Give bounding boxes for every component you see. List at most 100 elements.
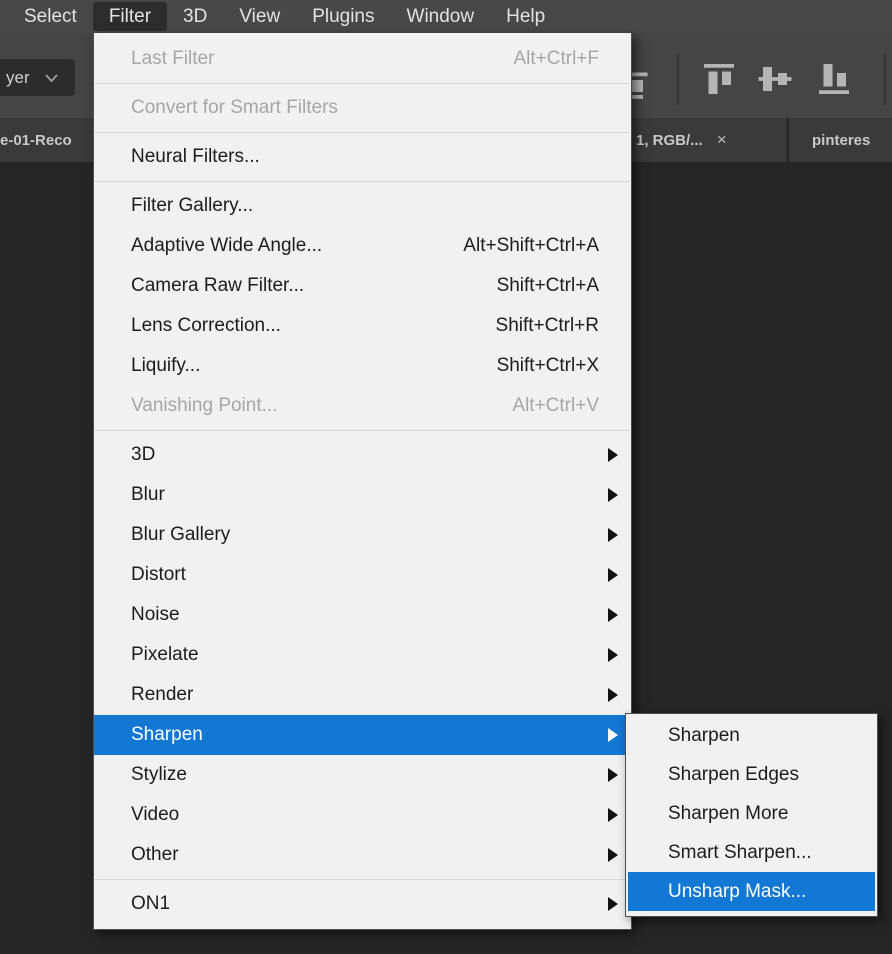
submenu-item-label: Sharpen (668, 725, 740, 747)
filter-menu: Last Filter Alt+Ctrl+F Convert for Smart… (93, 33, 632, 930)
menu-item-label: Pixelate (131, 644, 199, 666)
menu-item-label: Distort (131, 564, 186, 586)
layer-select-dropdown[interactable]: yer (0, 59, 75, 96)
submenu-arrow-icon (608, 808, 618, 822)
menu-item-shortcut: Alt+Shift+Ctrl+A (463, 235, 599, 257)
menu-item-other[interactable]: Other (94, 835, 631, 875)
menu-item-shortcut: Alt+Ctrl+V (512, 395, 599, 417)
submenu-item-smart-sharpen[interactable]: Smart Sharpen... (626, 833, 877, 872)
menu-item-adaptive-wide-angle[interactable]: Adaptive Wide Angle... Alt+Shift+Ctrl+A (94, 226, 631, 266)
menu-item-label: Noise (131, 604, 180, 626)
submenu-arrow-icon (608, 897, 618, 911)
menu-item-distort[interactable]: Distort (94, 555, 631, 595)
menu-item-vanishing-point: Vanishing Point... Alt+Ctrl+V (94, 386, 631, 426)
menu-item-label: Video (131, 804, 179, 826)
menubar-item-select[interactable]: Select (8, 2, 93, 31)
menu-item-label: Blur (131, 484, 165, 506)
tab-divider (786, 118, 789, 162)
document-tab[interactable]: pinteres (812, 118, 870, 162)
menubar-item-help[interactable]: Help (490, 2, 561, 31)
menu-separator (94, 177, 631, 186)
submenu-item-unsharp-mask[interactable]: Unsharp Mask... (628, 872, 875, 911)
submenu-arrow-icon (608, 528, 618, 542)
menu-item-lens-correction[interactable]: Lens Correction... Shift+Ctrl+R (94, 306, 631, 346)
submenu-arrow-icon (608, 848, 618, 862)
menubar-item-filter[interactable]: Filter (93, 2, 167, 31)
menu-item-last-filter: Last Filter Alt+Ctrl+F (94, 39, 631, 79)
menu-item-label: Blur Gallery (131, 524, 230, 546)
align-top-edges-icon[interactable] (701, 61, 737, 97)
menu-item-label: 3D (131, 444, 155, 466)
toolbar-divider (677, 53, 679, 105)
submenu-arrow-icon (608, 728, 618, 742)
close-tab-icon[interactable]: × (717, 130, 727, 150)
menu-item-pixelate[interactable]: Pixelate (94, 635, 631, 675)
menu-item-3d[interactable]: 3D (94, 435, 631, 475)
menu-item-blur[interactable]: Blur (94, 475, 631, 515)
submenu-arrow-icon (608, 608, 618, 622)
menu-item-label: ON1 (131, 893, 170, 915)
menu-item-label: Filter Gallery... (131, 195, 253, 217)
submenu-arrow-icon (608, 448, 618, 462)
menu-item-stylize[interactable]: Stylize (94, 755, 631, 795)
submenu-item-sharpen[interactable]: Sharpen (626, 716, 877, 755)
menu-item-label: Neural Filters... (131, 146, 260, 168)
document-tab[interactable]: e-01-Reco (0, 118, 72, 162)
menu-item-label: Lens Correction... (131, 315, 281, 337)
menu-separator (94, 875, 631, 884)
document-tab-title: pinteres (812, 132, 870, 149)
menubar-item-3d[interactable]: 3D (167, 2, 223, 31)
menu-item-render[interactable]: Render (94, 675, 631, 715)
document-tab[interactable]: 1, RGB/... × (636, 118, 727, 162)
menu-item-blur-gallery[interactable]: Blur Gallery (94, 515, 631, 555)
photoshop-window: Select Filter 3D View Plugins Window Hel… (0, 0, 892, 954)
menu-item-label: Sharpen (131, 724, 203, 746)
menu-separator (94, 128, 631, 137)
menu-item-filter-gallery[interactable]: Filter Gallery... (94, 186, 631, 226)
menu-item-shortcut: Alt+Ctrl+F (513, 48, 599, 70)
menu-item-convert-smart-filters: Convert for Smart Filters (94, 88, 631, 128)
menu-item-label: Other (131, 844, 179, 866)
menu-item-label: Render (131, 684, 193, 706)
menu-item-label: Vanishing Point... (131, 395, 277, 417)
submenu-item-label: Sharpen Edges (668, 764, 799, 786)
document-tab-title: 1, RGB/... (636, 132, 703, 149)
menu-separator (94, 79, 631, 88)
submenu-arrow-icon (608, 688, 618, 702)
menu-item-neural-filters[interactable]: Neural Filters... (94, 137, 631, 177)
sharpen-submenu: Sharpen Sharpen Edges Sharpen More Smart… (625, 713, 878, 917)
menubar-item-plugins[interactable]: Plugins (296, 2, 390, 31)
submenu-arrow-icon (608, 568, 618, 582)
menu-item-camera-raw-filter[interactable]: Camera Raw Filter... Shift+Ctrl+A (94, 266, 631, 306)
toolbar-divider (884, 53, 886, 105)
menu-item-label: Camera Raw Filter... (131, 275, 304, 297)
submenu-item-sharpen-edges[interactable]: Sharpen Edges (626, 755, 877, 794)
menubar-item-view[interactable]: View (223, 2, 296, 31)
menu-item-label: Last Filter (131, 48, 214, 70)
submenu-item-label: Sharpen More (668, 803, 788, 825)
menu-item-shortcut: Shift+Ctrl+R (496, 315, 599, 337)
submenu-item-label: Unsharp Mask... (668, 881, 806, 903)
menu-item-shortcut: Shift+Ctrl+A (497, 275, 599, 297)
menu-bar: Select Filter 3D View Plugins Window Hel… (0, 0, 892, 33)
submenu-arrow-icon (608, 768, 618, 782)
menu-item-on1[interactable]: ON1 (94, 884, 631, 924)
menu-item-liquify[interactable]: Liquify... Shift+Ctrl+X (94, 346, 631, 386)
document-tab-title: e-01-Reco (0, 132, 72, 149)
menu-item-video[interactable]: Video (94, 795, 631, 835)
menu-item-noise[interactable]: Noise (94, 595, 631, 635)
menu-item-label: Stylize (131, 764, 187, 786)
menu-item-label: Liquify... (131, 355, 200, 377)
chevron-down-icon (44, 73, 59, 83)
layer-select-label: yer (6, 68, 30, 88)
menu-item-shortcut: Shift+Ctrl+X (497, 355, 599, 377)
align-vertical-centers-icon[interactable] (757, 61, 793, 97)
submenu-item-sharpen-more[interactable]: Sharpen More (626, 794, 877, 833)
align-bottom-edges-icon[interactable] (816, 61, 852, 97)
submenu-arrow-icon (608, 488, 618, 502)
menubar-item-window[interactable]: Window (391, 2, 491, 31)
menu-separator (94, 426, 631, 435)
menu-item-sharpen[interactable]: Sharpen (94, 715, 631, 755)
submenu-item-label: Smart Sharpen... (668, 842, 812, 864)
menu-item-label: Adaptive Wide Angle... (131, 235, 322, 257)
